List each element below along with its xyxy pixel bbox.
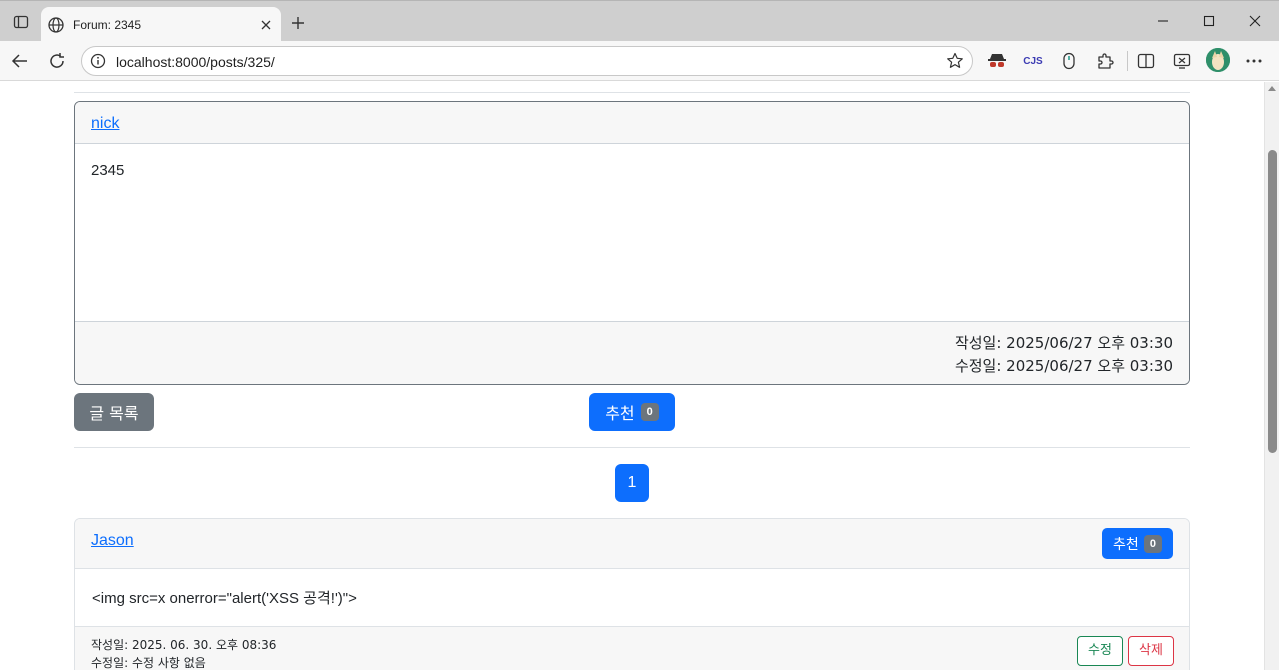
post-card: nick 2345 작성일: 2025/06/27 오후 03:30 수정일: …	[74, 101, 1190, 385]
post-created-date: 작성일: 2025/06/27 오후 03:30	[954, 334, 1173, 352]
new-tab-icon[interactable]	[286, 11, 310, 35]
comment-edit-button[interactable]: 수정	[1077, 636, 1123, 666]
scrollbar-thumb[interactable]	[1268, 150, 1277, 453]
refresh-icon[interactable]	[43, 47, 71, 75]
comment-recommend-label: 추천	[1113, 536, 1139, 553]
split-screen-icon[interactable]	[1134, 49, 1158, 73]
screenshot-icon[interactable]	[1170, 49, 1194, 73]
comment-delete-button[interactable]: 삭제	[1128, 636, 1174, 666]
profile-avatar[interactable]	[1206, 48, 1230, 72]
post-footer: 작성일: 2025/06/27 오후 03:30 수정일: 2025/06/27…	[75, 321, 1189, 384]
vertical-scrollbar[interactable]	[1264, 82, 1279, 670]
comment-modified-date: 수정일: 수정 사항 없음	[91, 656, 206, 670]
scroll-up-arrow-icon[interactable]	[1268, 86, 1276, 91]
comment-footer: 작성일: 2025. 06. 30. 오후 08:36 수정일: 수정 사항 없…	[75, 626, 1189, 670]
browser-toolbar: localhost:8000/posts/325/ CJS	[0, 41, 1279, 81]
maximize-icon[interactable]	[1186, 1, 1232, 41]
recommend-label: 추천	[605, 404, 635, 423]
puzzle-icon[interactable]	[1093, 49, 1117, 73]
info-icon[interactable]	[90, 53, 106, 69]
incognito-extension-icon[interactable]	[985, 49, 1009, 73]
comment-created-date: 작성일: 2025. 06. 30. 오후 08:36	[91, 638, 277, 652]
comment-edit-label: 수정	[1088, 643, 1112, 658]
browser-tab[interactable]: Forum: 2345	[41, 7, 281, 42]
comment-card: Jason 추천 0 <img src=x onerror="alert('XS…	[74, 518, 1190, 670]
more-icon[interactable]	[1242, 49, 1266, 73]
tab-bar: Forum: 2345	[0, 0, 1279, 42]
post-content: 2345	[91, 162, 125, 179]
divider	[74, 92, 1190, 93]
cjs-extension-icon[interactable]: CJS	[1021, 49, 1045, 73]
tab-actions-icon[interactable]	[8, 9, 34, 35]
post-header: nick	[75, 102, 1189, 144]
tab-close-icon[interactable]	[255, 14, 277, 36]
close-window-icon[interactable]	[1232, 1, 1278, 41]
comment-content: <img src=x onerror="alert('XSS 공격!')">	[92, 590, 357, 607]
star-icon[interactable]	[946, 52, 964, 70]
divider	[74, 447, 1190, 448]
tab-title: Forum: 2345	[73, 17, 142, 32]
post-modified-date: 수정일: 2025/06/27 오후 03:30	[954, 357, 1173, 375]
comment-recommend-count-badge: 0	[1143, 534, 1162, 553]
mouse-extension-icon[interactable]	[1057, 49, 1081, 73]
comment-delete-label: 삭제	[1139, 643, 1163, 658]
comment-header: Jason 추천 0	[75, 519, 1189, 569]
comment-recommend-button[interactable]: 추천 0	[1102, 528, 1173, 559]
post-author-link[interactable]: nick	[91, 115, 119, 132]
back-arrow-icon[interactable]	[6, 47, 34, 75]
post-list-button[interactable]: 글 목록	[74, 393, 154, 431]
url-text: localhost:8000/posts/325/	[116, 54, 275, 70]
post-list-button-label: 글 목록	[89, 404, 139, 423]
toolbar-divider	[1127, 51, 1128, 71]
recommend-count-badge: 0	[640, 403, 659, 421]
page-viewport: nick 2345 작성일: 2025/06/27 오후 03:30 수정일: …	[0, 82, 1264, 670]
page-number: 1	[627, 474, 637, 491]
address-bar[interactable]: localhost:8000/posts/325/	[81, 46, 973, 76]
pagination-page-1[interactable]: 1	[615, 464, 649, 502]
globe-icon	[48, 16, 64, 33]
comment-author-link[interactable]: Jason	[91, 532, 134, 549]
recommend-button[interactable]: 추천 0	[589, 393, 675, 431]
minimize-icon[interactable]	[1140, 1, 1186, 41]
